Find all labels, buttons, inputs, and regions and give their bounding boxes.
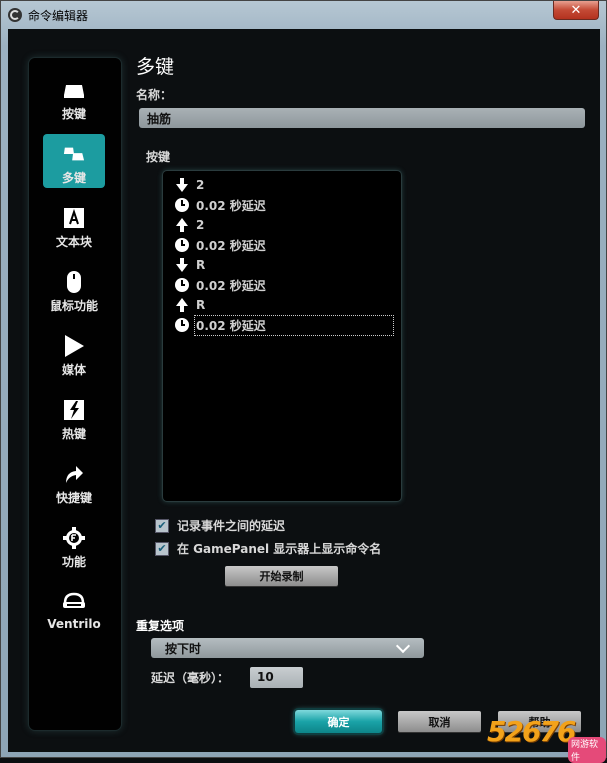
sidebar-item-text-block[interactable]: 文本块 bbox=[43, 198, 105, 252]
list-item[interactable]: 2 bbox=[174, 175, 204, 195]
repeat-options-select[interactable]: 按下时 bbox=[151, 638, 424, 658]
function-gear-icon bbox=[63, 527, 85, 549]
repeat-options-label: 重复选项 bbox=[136, 619, 185, 633]
clock-icon bbox=[174, 237, 190, 253]
name-label: 名称： bbox=[136, 88, 173, 102]
text-block-icon bbox=[63, 208, 85, 228]
sidebar-item-label: 鼠标功能 bbox=[49, 299, 98, 313]
clock-icon bbox=[174, 277, 190, 293]
list-item[interactable]: R bbox=[174, 255, 205, 275]
arrow-down-icon bbox=[174, 257, 190, 273]
sidebar-item-label: 快捷键 bbox=[55, 491, 92, 505]
record-delay-label: 记录事件之间的延迟 bbox=[177, 519, 286, 533]
gamepanel-checkbox[interactable]: ✔ bbox=[155, 541, 169, 556]
event-text: 2 bbox=[196, 218, 205, 232]
window-title: 命令编辑器 bbox=[28, 9, 89, 23]
arrow-up-icon bbox=[174, 297, 190, 313]
mouse-icon bbox=[63, 271, 85, 293]
event-text: 0.02 秒延迟 bbox=[196, 238, 266, 253]
sidebar-item-label: 功能 bbox=[61, 555, 86, 569]
sidebar-item-keystroke[interactable]: 按键 bbox=[43, 70, 105, 124]
start-recording-button[interactable]: 开始录制 bbox=[225, 566, 338, 586]
arrow-down-icon bbox=[174, 177, 190, 193]
sidebar-item-ventrilo[interactable]: Ventrilo bbox=[43, 582, 105, 636]
close-button[interactable]: ✕ bbox=[553, 1, 599, 20]
event-text: 2 bbox=[196, 178, 205, 192]
event-text: 0.02 秒延迟 bbox=[194, 314, 394, 336]
list-item[interactable]: 2 bbox=[174, 215, 204, 235]
sidebar-item-media[interactable]: 媒体 bbox=[43, 326, 105, 380]
name-field[interactable]: 抽筋 bbox=[139, 108, 585, 128]
page-title: 多键 bbox=[136, 56, 175, 78]
sidebar-item-multikey[interactable]: 多键 bbox=[43, 134, 105, 188]
gamepanel-label: 在 GamePanel 显示器上显示命令名 bbox=[177, 542, 382, 556]
event-text: 0.02 秒延迟 bbox=[196, 198, 266, 213]
keys-label: 按键 bbox=[146, 150, 171, 164]
list-item[interactable]: 0.02 秒延迟 bbox=[174, 195, 266, 215]
cancel-button[interactable]: 取消 bbox=[398, 711, 481, 732]
sidebar-item-hotkey[interactable]: 热键 bbox=[43, 390, 105, 444]
list-item[interactable]: R bbox=[174, 295, 205, 315]
list-item-selected[interactable]: 0.02 秒延迟 bbox=[174, 314, 394, 336]
sidebar-item-label: 按键 bbox=[61, 107, 86, 121]
sidebar-item-label: 多键 bbox=[61, 171, 86, 185]
keystroke-event-list[interactable]: 2 0.02 秒延迟 2 0.02 秒延迟 R 0.02 秒延迟 R 0.02 … bbox=[163, 171, 401, 501]
repeat-selected-value: 按下时 bbox=[165, 642, 202, 656]
command-type-sidebar: 按键 多键 文本块 鼠标功能 媒体 热键 快捷键 功能 Ventrilo bbox=[29, 58, 121, 730]
sidebar-item-shortcut[interactable]: 快捷键 bbox=[43, 454, 105, 508]
play-icon bbox=[63, 335, 85, 357]
sidebar-item-mouse[interactable]: 鼠标功能 bbox=[43, 262, 105, 316]
keycap-icon bbox=[63, 80, 85, 100]
watermark-logo: 52676 bbox=[487, 715, 576, 748]
logitech-logo-icon bbox=[8, 8, 22, 22]
event-text: 0.02 秒延迟 bbox=[196, 278, 266, 293]
watermark-badge: 网游软件 bbox=[568, 737, 606, 763]
list-item[interactable]: 0.02 秒延迟 bbox=[174, 275, 266, 295]
record-delay-option[interactable]: ✔ 记录事件之间的延迟 bbox=[155, 517, 285, 534]
chevron-down-icon bbox=[395, 638, 411, 654]
event-text: R bbox=[196, 258, 206, 272]
title-bar: 命令编辑器 ✕ bbox=[1, 1, 607, 29]
ok-button[interactable]: 确定 bbox=[295, 710, 382, 733]
list-item[interactable]: 0.02 秒延迟 bbox=[174, 235, 266, 255]
arrow-up-icon bbox=[174, 217, 190, 233]
client-area: 按键 多键 文本块 鼠标功能 媒体 热键 快捷键 功能 Ventrilo 多键 … bbox=[8, 29, 600, 752]
sidebar-item-label: 媒体 bbox=[61, 363, 86, 377]
sidebar-item-function[interactable]: 功能 bbox=[43, 518, 105, 572]
sidebar-item-label: Ventrilo bbox=[47, 617, 101, 631]
shortcut-arrow-icon bbox=[63, 464, 85, 484]
delay-label: 延迟（毫秒）： bbox=[151, 671, 230, 685]
clock-icon bbox=[174, 317, 190, 333]
multikey-icon bbox=[63, 144, 85, 164]
record-delay-checkbox[interactable]: ✔ bbox=[155, 518, 169, 533]
sidebar-item-label: 热键 bbox=[61, 427, 86, 441]
clock-icon bbox=[174, 197, 190, 213]
command-editor-window: 命令编辑器 ✕ 按键 多键 文本块 鼠标功能 媒体 热键 快捷键 功能 Vent… bbox=[0, 0, 607, 763]
headset-icon bbox=[63, 592, 85, 612]
sidebar-item-label: 文本块 bbox=[55, 235, 92, 249]
delay-ms-input[interactable]: 10 bbox=[250, 667, 303, 688]
gamepanel-option[interactable]: ✔ 在 GamePanel 显示器上显示命令名 bbox=[155, 540, 381, 557]
hotkey-icon bbox=[63, 400, 85, 420]
event-text: R bbox=[196, 298, 206, 312]
